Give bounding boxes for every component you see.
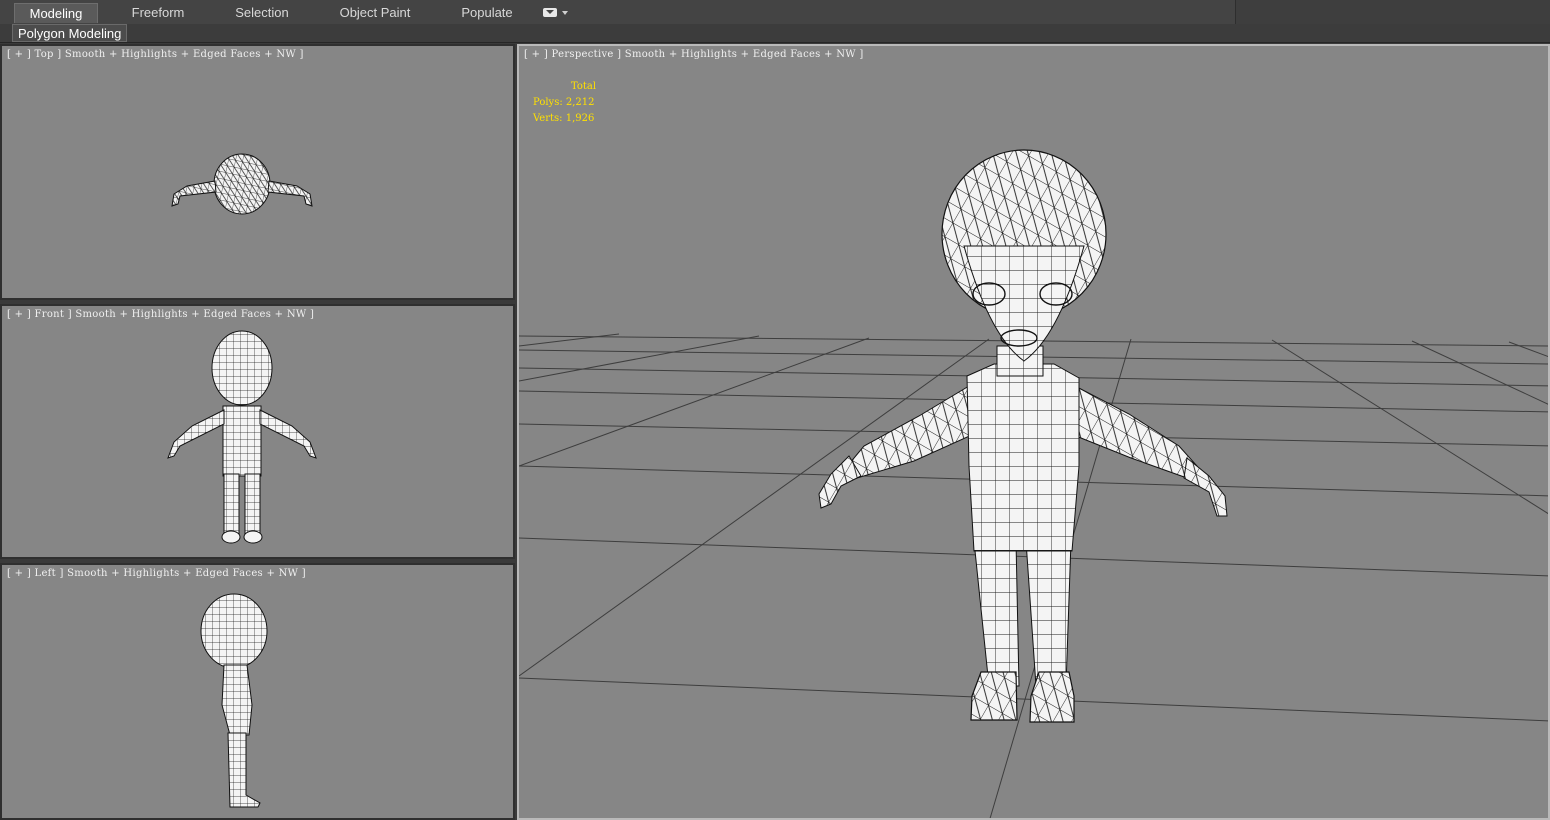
viewport-perspective[interactable]: [ + ] Perspective ] Smooth + Highlights … — [517, 44, 1550, 820]
ribbon-panel-bar: Polygon Modeling — [0, 24, 1550, 43]
tab-object-paint[interactable]: Object Paint — [330, 3, 420, 23]
tab-modeling[interactable]: Modeling — [14, 3, 98, 23]
perspective-scene — [519, 149, 1548, 818]
polygon-modeling-button[interactable]: Polygon Modeling — [12, 24, 128, 42]
tab-populate[interactable]: Populate — [450, 3, 524, 23]
ribbon-empty-area — [1235, 0, 1550, 24]
viewport-front[interactable]: [ + ] Front ] Smooth + Highlights + Edge… — [0, 304, 515, 559]
character-mesh-left-view — [200, 593, 268, 808]
tab-selection[interactable]: Selection — [222, 3, 302, 23]
viewport-top[interactable]: [ + ] Top ] Smooth + Highlights + Edged … — [0, 44, 515, 300]
character-mesh-top-view — [171, 153, 313, 215]
ribbon-options-icon[interactable] — [543, 6, 569, 20]
viewport-left[interactable]: [ + ] Left ] Smooth + Highlights + Edged… — [0, 563, 515, 820]
ribbon-bar: Modeling Freeform Selection Object Paint… — [0, 0, 1550, 25]
tab-freeform[interactable]: Freeform — [118, 3, 198, 23]
character-mesh-front-view — [167, 330, 317, 544]
character-mesh-perspective — [818, 149, 1228, 723]
